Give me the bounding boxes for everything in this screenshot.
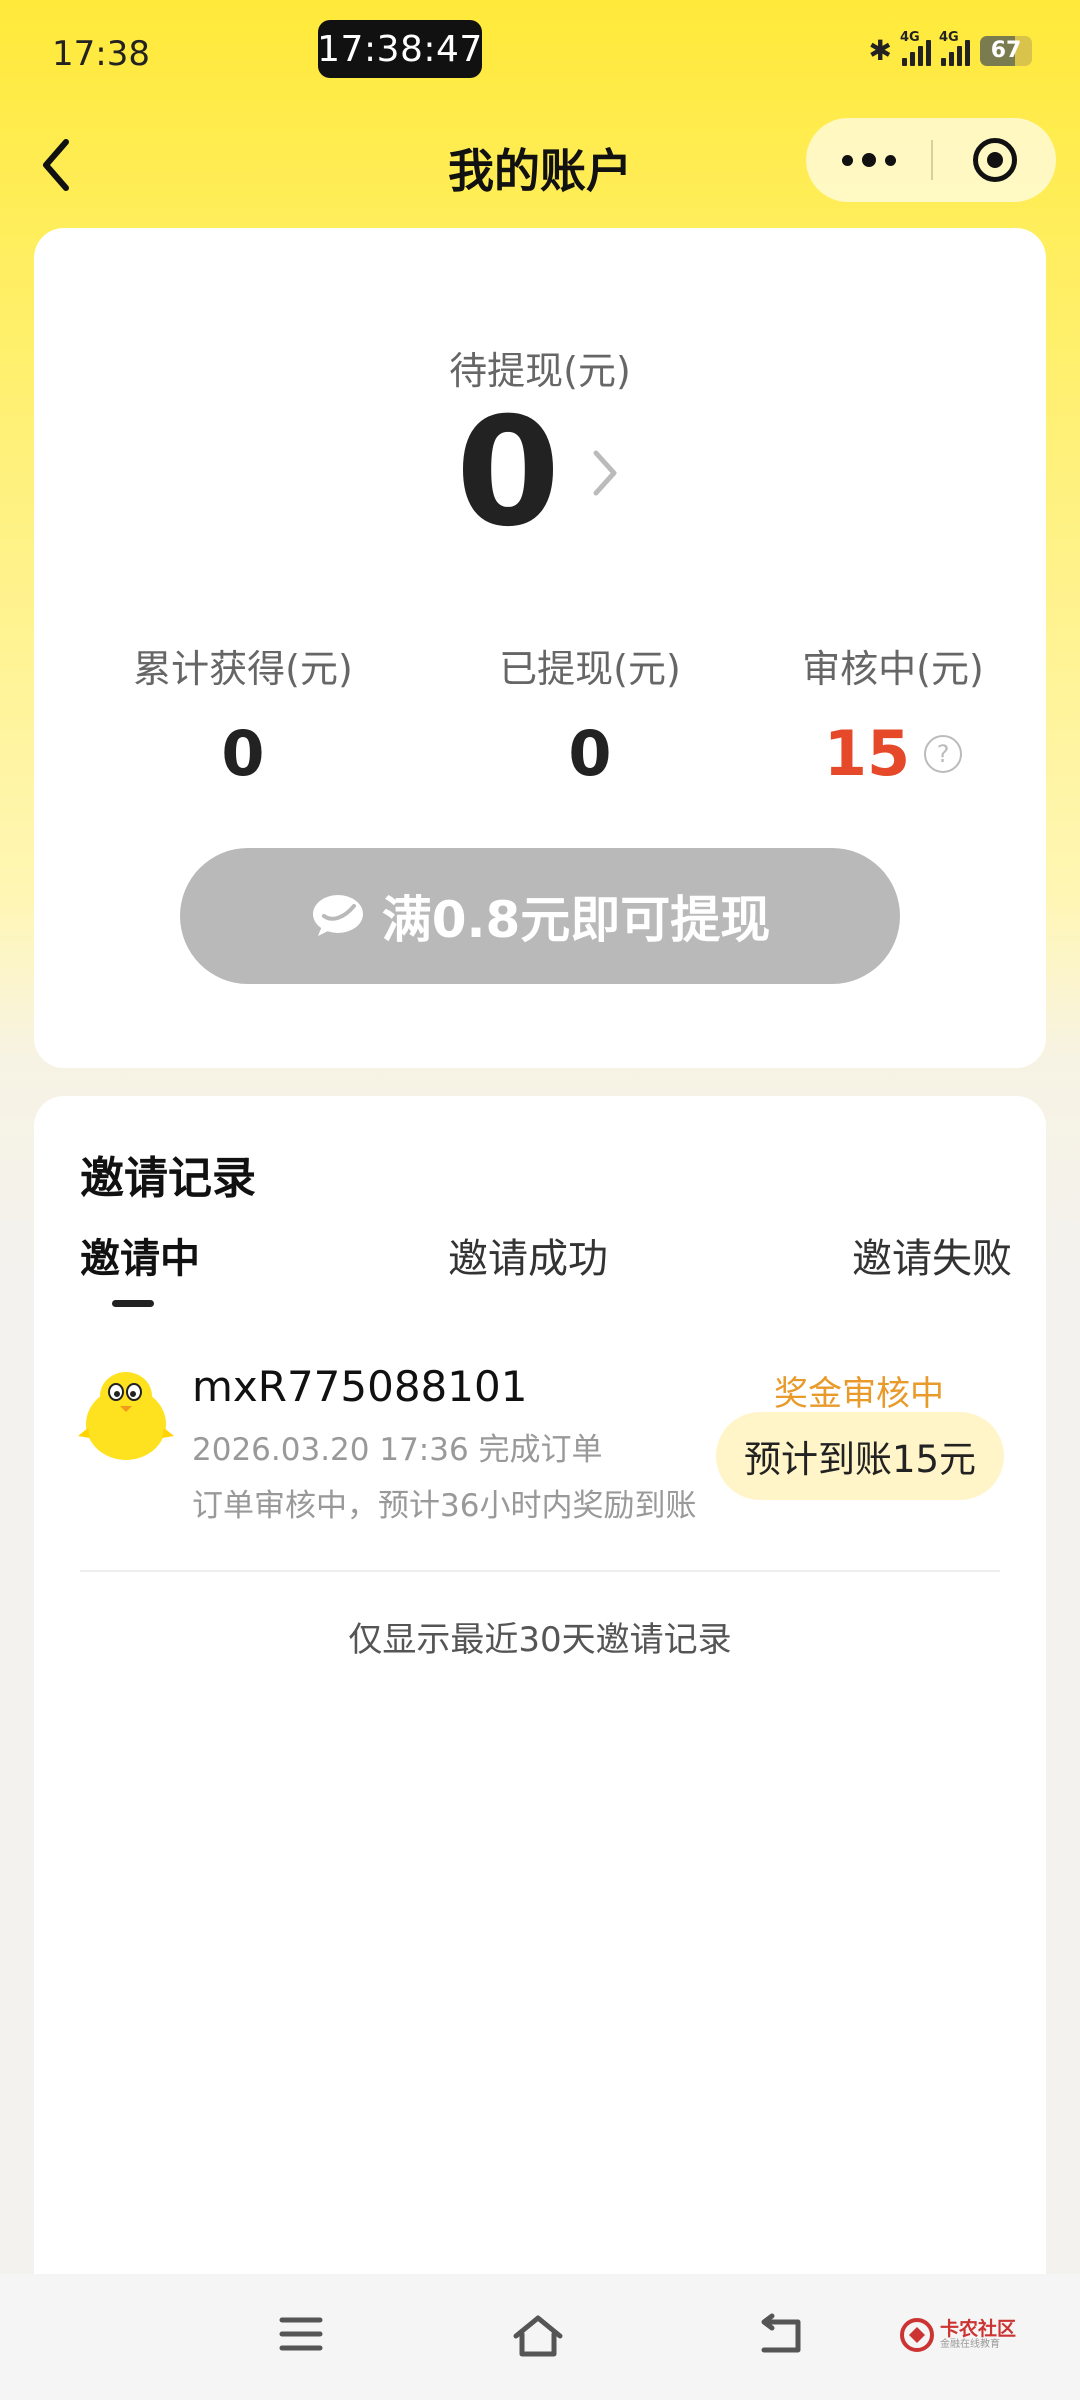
back-nav-icon[interactable]: [758, 2312, 806, 2358]
records-title: 邀请记录: [80, 1153, 256, 1204]
chevron-right-icon: [593, 450, 617, 496]
avatar: [78, 1372, 174, 1460]
signal-icon: 4G: [939, 30, 970, 66]
stat-label: 累计获得(元): [133, 647, 353, 691]
stat-value: 15: [823, 717, 911, 790]
divider: [80, 1570, 1000, 1572]
withdraw-button-label: 满0.8元即可提现: [381, 891, 771, 949]
miniapp-capsule: [806, 118, 1056, 202]
tab-inviting[interactable]: 邀请中: [80, 1226, 200, 1284]
record-time: 2026.03.20 17:36 完成订单: [192, 1432, 603, 1468]
watermark: 卡农社区 金融在线教育: [900, 2318, 1016, 2352]
watermark-subtitle: 金融在线教育: [940, 2338, 1000, 2350]
stat-label: 已提现(元): [499, 647, 681, 691]
status-icons: ✱ 4G 4G 67: [868, 30, 1032, 67]
withdraw-button[interactable]: 满0.8元即可提现: [180, 848, 900, 984]
help-icon[interactable]: ?: [924, 734, 963, 773]
tab-invite-failed[interactable]: 邀请失败: [852, 1226, 1012, 1284]
record-status: 奖金审核中: [774, 1374, 944, 1414]
record-expected-amount: 预计到账15元: [716, 1412, 1004, 1500]
record-username: mxR775088101: [192, 1362, 528, 1411]
battery-icon: 67: [980, 35, 1032, 66]
record-note: 订单审核中，预计36小时内奖励到账: [192, 1488, 697, 1524]
balance-card: 待提现(元) 0 累计获得(元) 0 已提现(元) 0 审核中(元) 15 ? …: [34, 228, 1046, 1068]
signal-icon: 4G: [900, 30, 931, 66]
more-dots-icon: [841, 154, 853, 166]
wechat-pay-icon: [312, 895, 363, 936]
bluetooth-icon: ✱: [868, 34, 892, 67]
pending-withdraw-value: 0: [455, 386, 561, 560]
more-button[interactable]: [806, 118, 931, 202]
tab-invite-success[interactable]: 邀请成功: [448, 1226, 608, 1284]
system-nav-bar: 卡农社区 金融在线教育: [0, 2274, 1080, 2400]
pending-withdraw-row[interactable]: 0: [34, 398, 1046, 548]
stat-under-review: 审核中(元) 15 ?: [728, 638, 1058, 790]
stat-label: 审核中(元): [802, 647, 984, 691]
watermark-logo-icon: [900, 2318, 934, 2352]
stat-total-earned: 累计获得(元) 0: [78, 638, 408, 790]
records-footer-note: 仅显示最近30天邀请记录: [348, 1620, 732, 1660]
stat-value: 0: [568, 717, 612, 790]
home-icon[interactable]: [510, 2312, 566, 2360]
menu-icon[interactable]: [278, 2312, 324, 2356]
invite-records-card: 邀请记录 邀请中 邀请成功 邀请失败 mxR775088101 2026.03.…: [34, 1096, 1046, 2400]
screen-record-clock: 17:38:47: [317, 20, 482, 78]
target-icon: [972, 138, 1017, 182]
watermark-title: 卡农社区: [940, 2317, 1017, 2340]
close-miniapp-button[interactable]: [933, 118, 1056, 202]
stat-value: 0: [221, 717, 265, 790]
active-tab-indicator: [112, 1300, 154, 1307]
status-time: 17:38: [52, 34, 150, 74]
stat-withdrawn: 已提现(元) 0: [425, 638, 755, 790]
